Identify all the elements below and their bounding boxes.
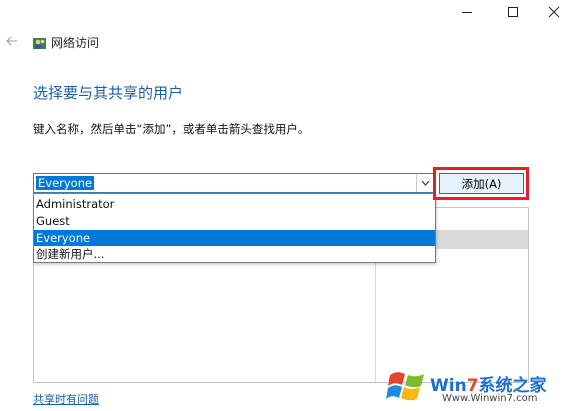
- dropdown-option-guest[interactable]: Guest: [34, 213, 435, 229]
- instruction-text: 键入名称，然后单击“添加”，或者单击箭头查找用户。: [33, 122, 310, 136]
- chevron-down-icon: [421, 180, 430, 186]
- watermark-url: Www.Winwin7.com: [442, 393, 538, 404]
- maximize-icon: [508, 7, 518, 17]
- user-dropdown-list[interactable]: Administrator Guest Everyone 创建新用户...: [33, 193, 436, 263]
- combobox-dropdown-button[interactable]: [416, 174, 434, 192]
- combobox-value[interactable]: Everyone: [36, 176, 95, 190]
- maximize-button[interactable]: [490, 0, 536, 24]
- dropdown-option-everyone[interactable]: Everyone: [34, 230, 435, 246]
- windows-logo-icon: [386, 366, 428, 410]
- close-icon: [548, 6, 560, 18]
- minimize-button[interactable]: [444, 0, 490, 24]
- back-button[interactable]: [6, 33, 18, 51]
- user-name-combobox[interactable]: Everyone: [33, 173, 435, 193]
- close-button[interactable]: [531, 0, 577, 24]
- network-users-icon: [33, 35, 46, 49]
- add-button[interactable]: 添加(A): [439, 173, 524, 194]
- arrow-left-icon: [6, 36, 17, 46]
- page-heading: 选择要与其共享的用户: [33, 84, 184, 102]
- sharing-help-link[interactable]: 共享时有问题: [33, 391, 99, 407]
- dropdown-option-administrator[interactable]: Administrator: [34, 196, 435, 212]
- minimize-icon: [462, 12, 472, 13]
- window-title: 网络访问: [51, 36, 100, 50]
- dropdown-option-create-user[interactable]: 创建新用户...: [34, 246, 435, 262]
